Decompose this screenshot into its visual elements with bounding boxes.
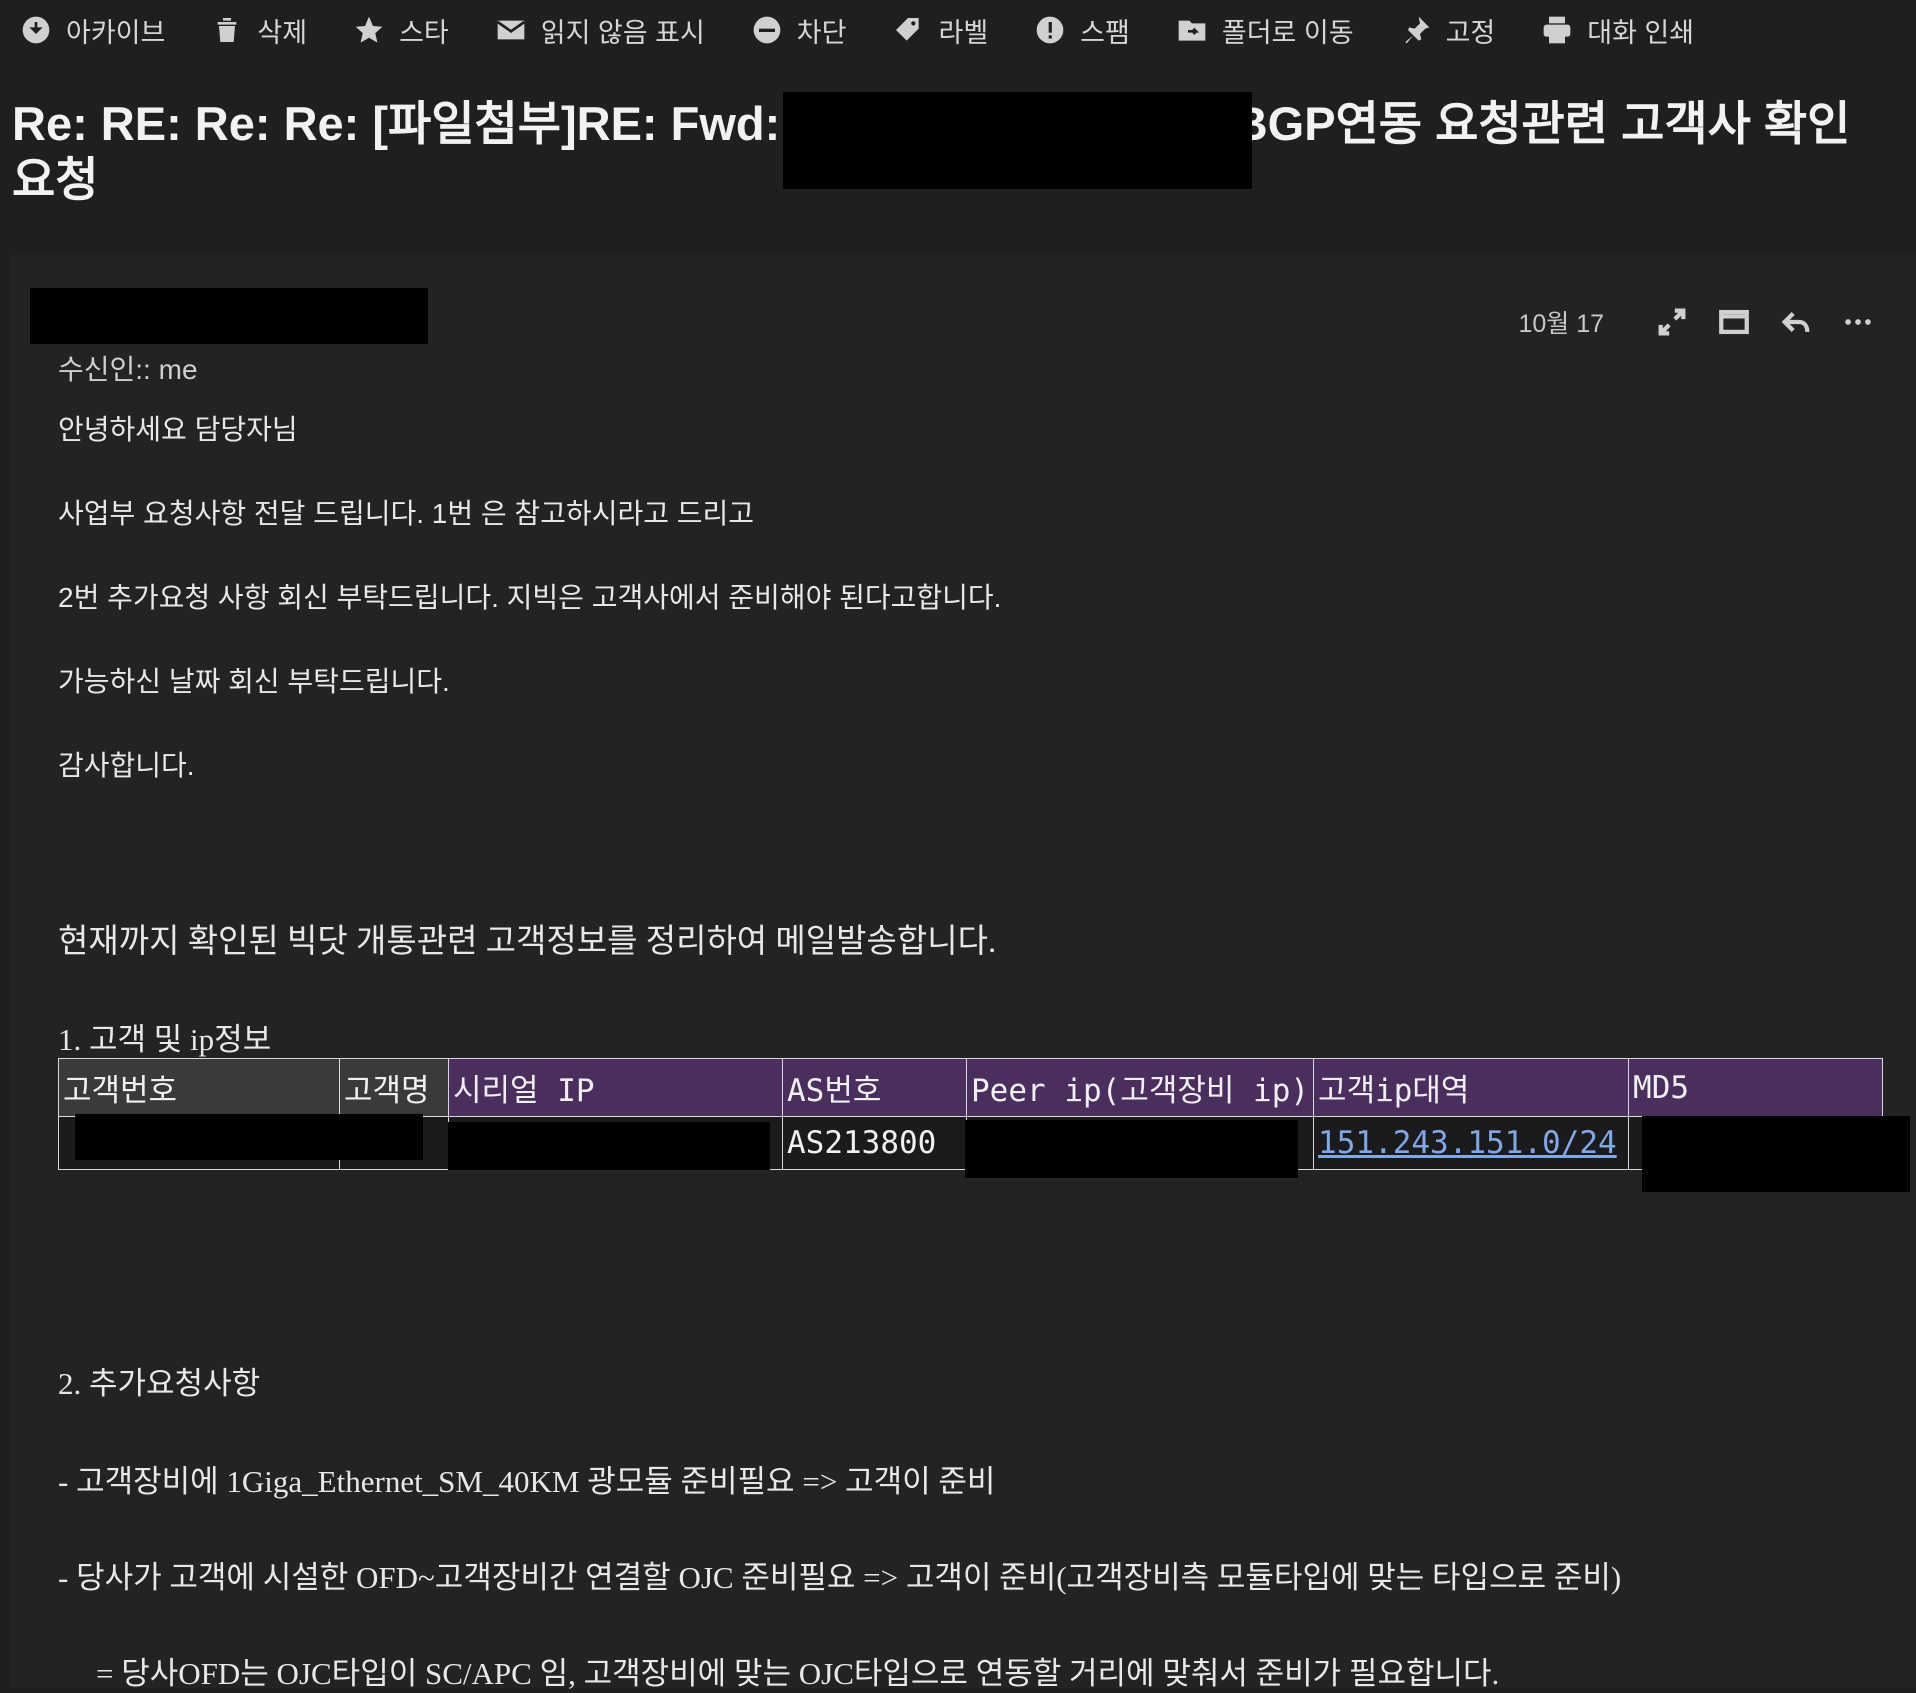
cell-as-number: AS213800 bbox=[782, 1116, 967, 1170]
alert-icon bbox=[1034, 14, 1066, 46]
header-customer-name: 고객명 bbox=[339, 1058, 449, 1117]
redacted-block bbox=[783, 92, 1252, 189]
request-2: - 당사가 고객에 시설한 OFD~고객장비간 연결할 OJC 준비필요 => … bbox=[58, 1560, 1622, 1595]
section-2-title: 2. 추가요청사항 bbox=[58, 1366, 261, 1401]
tag-icon bbox=[892, 14, 924, 46]
more-icon[interactable] bbox=[1838, 302, 1878, 342]
delete-button[interactable]: 삭제 bbox=[211, 11, 307, 50]
thanks: 감사합니다. bbox=[58, 750, 195, 781]
reply-icon[interactable] bbox=[1776, 302, 1816, 342]
redacted-sender bbox=[30, 288, 428, 344]
print-button[interactable]: 대화 인쇄 bbox=[1541, 11, 1694, 50]
print-label: 대화 인쇄 bbox=[1587, 17, 1695, 48]
subject-prefix: Re: RE: Re: Re: [파일첨부]RE: Fwd: [ bbox=[12, 97, 809, 150]
redacted-md5 bbox=[1642, 1116, 1910, 1192]
move-folder-label: 폴더로 이동 bbox=[1221, 17, 1354, 48]
redacted-serial-ip bbox=[448, 1122, 770, 1170]
request-1: - 고객장비에 1Giga_Ethernet_SM_40KM 광모듈 준비필요 … bbox=[58, 1464, 996, 1499]
header-md5: MD5 bbox=[1628, 1058, 1884, 1117]
label-label: 라벨 bbox=[938, 17, 989, 48]
archive-icon bbox=[20, 14, 52, 46]
pin-button[interactable]: 고정 bbox=[1400, 11, 1496, 50]
body-line-1: 사업부 요청사항 전달 드립니다. 1번 은 참고하시라고 드리고 bbox=[58, 498, 755, 529]
toolbar: 아카이브 삭제 스타 읽지 않음 표시 차단 라벨 스팸 폴더로 이동 고정 대… bbox=[20, 8, 1740, 52]
expand-icon[interactable] bbox=[1652, 302, 1692, 342]
archive-label: 아카이브 bbox=[66, 17, 166, 48]
window-icon[interactable] bbox=[1714, 302, 1754, 342]
greeting: 안녕하세요 담당자님 bbox=[58, 414, 298, 445]
block-icon bbox=[751, 14, 783, 46]
redacted-customer bbox=[75, 1114, 423, 1160]
header-as-number: AS번호 bbox=[782, 1058, 967, 1117]
spam-label: 스팸 bbox=[1080, 17, 1130, 48]
ip-range-link[interactable]: 151.243.151.0/24 bbox=[1318, 1125, 1617, 1161]
archive-button[interactable]: 아카이브 bbox=[20, 11, 165, 50]
section-1-title: 1. 고객 및 ip정보 bbox=[58, 1022, 272, 1057]
printer-icon bbox=[1541, 14, 1573, 46]
label-button[interactable]: 라벨 bbox=[892, 11, 988, 50]
move-folder-button[interactable]: 폴더로 이동 bbox=[1176, 11, 1354, 50]
mark-unread-button[interactable]: 읽지 않음 표시 bbox=[495, 11, 705, 50]
redacted-peer-ip bbox=[965, 1120, 1298, 1178]
intro-text: 현재까지 확인된 빅닷 개통관련 고객정보를 정리하여 메일발송합니다. bbox=[58, 924, 997, 960]
block-button[interactable]: 차단 bbox=[751, 11, 847, 50]
recipient-line: 수신인:: me bbox=[58, 354, 198, 385]
star-button[interactable]: 스타 bbox=[353, 11, 449, 50]
request-3: = 당사OFD는 OJC타입이 SC/APC 임, 고객장비에 맞는 OJC타입… bbox=[96, 1656, 1500, 1691]
header-peer-ip: Peer ip(고객장비 ip) bbox=[965, 1058, 1315, 1117]
header-serial-ip: 시리얼 IP bbox=[448, 1058, 783, 1117]
star-label: 스타 bbox=[399, 17, 449, 48]
folder-move-icon bbox=[1176, 14, 1208, 46]
delete-label: 삭제 bbox=[257, 17, 308, 48]
star-icon bbox=[353, 14, 385, 46]
mark-unread-label: 읽지 않음 표시 bbox=[540, 17, 705, 48]
table-header-row: 고객번호 고객명 시리얼 IP AS번호 Peer ip(고객장비 ip) 고객… bbox=[58, 1058, 1884, 1117]
pin-icon bbox=[1400, 14, 1432, 46]
envelope-icon bbox=[495, 14, 527, 46]
body-line-2: 2번 추가요청 사항 회신 부탁드립니다. 지빅은 고객사에서 준비해야 된다고… bbox=[58, 582, 1002, 613]
pin-label: 고정 bbox=[1445, 17, 1496, 48]
body-line-3: 가능하신 날짜 회신 부탁드립니다. bbox=[58, 666, 450, 697]
cell-ip-range: 151.243.151.0/24 bbox=[1313, 1116, 1630, 1170]
message-date: 10월 17 bbox=[1518, 310, 1604, 338]
trash-icon bbox=[211, 14, 243, 46]
header-ip-range: 고객ip대역 bbox=[1313, 1058, 1630, 1117]
block-label: 차단 bbox=[796, 17, 847, 48]
message-meta: 10월 17 bbox=[1518, 302, 1878, 342]
header-customer-no: 고객번호 bbox=[58, 1058, 340, 1117]
spam-button[interactable]: 스팸 bbox=[1034, 11, 1130, 50]
